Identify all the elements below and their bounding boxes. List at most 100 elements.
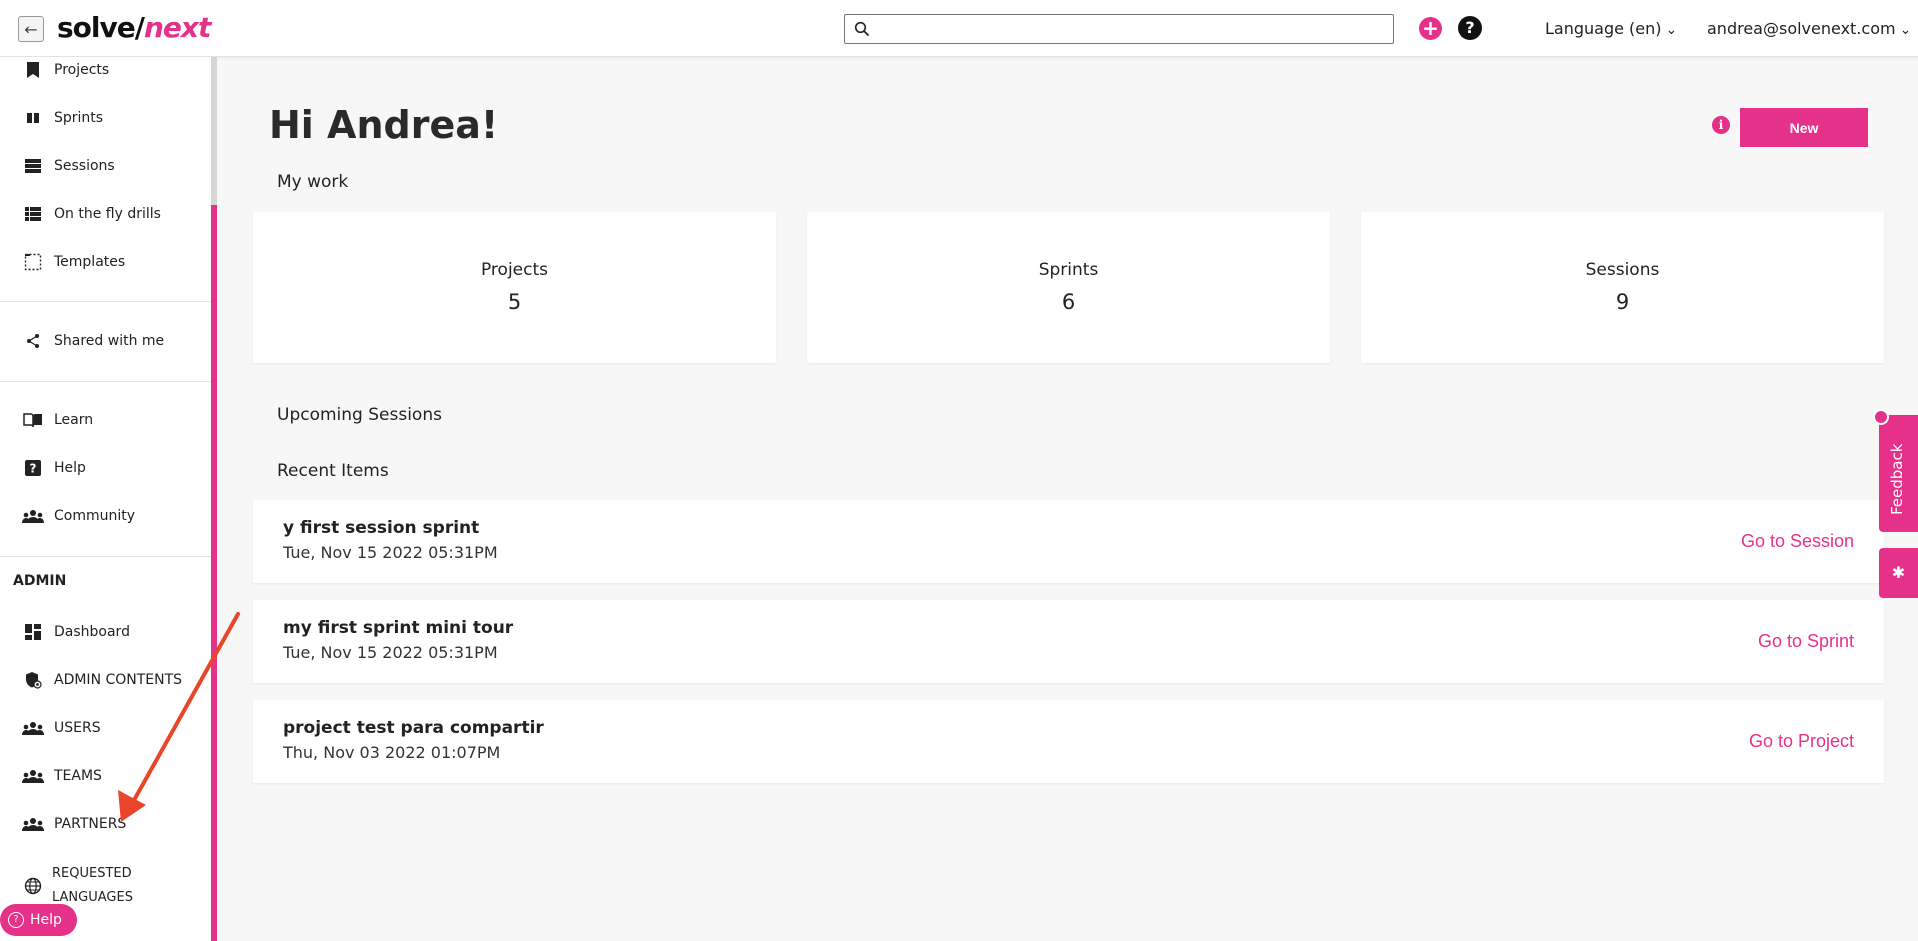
sidebar-item-projects[interactable]: Projects bbox=[22, 55, 109, 85]
sidebar-item-label: Projects bbox=[54, 62, 110, 78]
sidebar-divider bbox=[0, 381, 211, 382]
language-label: Language (en) bbox=[1545, 19, 1662, 38]
stat-label: Projects bbox=[480, 260, 549, 280]
share-icon bbox=[22, 330, 44, 352]
sidebar-item-partners[interactable]: PARTNERS bbox=[22, 809, 126, 839]
requested-languages-line2: LANGUAGES bbox=[52, 890, 133, 905]
sidebar-item-dashboard[interactable]: Dashboard bbox=[22, 617, 130, 647]
recent-item-row: y first session sprint Tue, Nov 15 2022 … bbox=[253, 500, 1884, 583]
recent-item-row: project test para compartir Thu, Nov 03 … bbox=[253, 700, 1884, 783]
sidebar-item-label: Help bbox=[54, 460, 86, 476]
sidebar-item-label: On the fly drills bbox=[54, 206, 161, 222]
sidebar-item-label: Sessions bbox=[54, 158, 115, 174]
stat-label: Sessions bbox=[1585, 260, 1660, 280]
globe-icon bbox=[22, 875, 44, 897]
requested-languages-line1: REQUESTED bbox=[52, 866, 132, 881]
recent-item-date: Tue, Nov 15 2022 05:31PM bbox=[283, 643, 498, 662]
stat-card-sessions[interactable]: Sessions 9 bbox=[1361, 212, 1884, 363]
app-logo[interactable]: solve/next bbox=[57, 11, 211, 44]
top-bar: ← solve/next + ? Language (en) ⌄ andrea@s… bbox=[0, 0, 1918, 57]
recent-item-date: Tue, Nov 15 2022 05:31PM bbox=[283, 543, 498, 562]
admin-heading: ADMIN bbox=[13, 573, 67, 589]
sidebar-scrollbar-track[interactable] bbox=[211, 57, 217, 205]
sidebar-item-sprints[interactable]: Sprints bbox=[22, 103, 103, 133]
help-circle-icon: ? bbox=[8, 912, 24, 928]
chevron-down-icon: ⌄ bbox=[1665, 22, 1678, 38]
shield-icon bbox=[22, 669, 44, 691]
list-icon bbox=[22, 155, 44, 177]
search-bar bbox=[844, 14, 1394, 44]
sidebar-item-label: REQUESTED LANGUAGES bbox=[52, 862, 133, 910]
recent-item-name: my first sprint mini tour bbox=[283, 618, 514, 638]
group-icon bbox=[22, 717, 44, 739]
sidebar-item-label: Sprints bbox=[54, 110, 104, 126]
bug-report-icon[interactable]: ✱ bbox=[1879, 548, 1918, 598]
help-button[interactable]: ? Help bbox=[0, 904, 77, 936]
question-icon[interactable]: ? bbox=[1458, 16, 1482, 40]
group-icon bbox=[22, 505, 44, 527]
sidebar-item-sessions[interactable]: Sessions bbox=[22, 151, 115, 181]
sidebar-item-label: ADMIN CONTENTS bbox=[54, 672, 183, 688]
my-work-title: My work bbox=[277, 172, 349, 192]
info-icon[interactable]: i bbox=[1712, 116, 1730, 134]
dashboard-icon bbox=[22, 621, 44, 643]
recent-item-row: my first sprint mini tour Tue, Nov 15 20… bbox=[253, 600, 1884, 683]
svg-text:?: ? bbox=[30, 462, 37, 476]
go-to-project-link[interactable]: Go to Project bbox=[1749, 731, 1854, 752]
bookmark-icon bbox=[22, 59, 44, 81]
stat-label: Sprints bbox=[1038, 260, 1099, 280]
sidebar-item-learn[interactable]: Learn bbox=[22, 405, 93, 435]
chevron-down-icon: ⌄ bbox=[1899, 22, 1912, 38]
stat-value: 9 bbox=[1615, 290, 1630, 314]
sidebar-divider bbox=[0, 301, 211, 302]
group-icon bbox=[22, 765, 44, 787]
help-icon: ? bbox=[22, 457, 44, 479]
stat-value: 5 bbox=[507, 290, 522, 314]
help-button-label: Help bbox=[30, 912, 62, 928]
sidebar-item-teams[interactable]: TEAMS bbox=[22, 761, 102, 791]
sidebar-item-label: Shared with me bbox=[54, 333, 165, 349]
feedback-close-icon[interactable] bbox=[1873, 409, 1889, 425]
go-to-session-link[interactable]: Go to Session bbox=[1741, 531, 1854, 552]
template-icon bbox=[22, 251, 44, 273]
sidebar-item-label: Dashboard bbox=[54, 624, 130, 640]
sidebar-item-help[interactable]: ? Help bbox=[22, 453, 86, 483]
sidebar-item-shared-with-me[interactable]: Shared with me bbox=[22, 326, 164, 356]
sidebar-item-admin-contents[interactable]: ADMIN CONTENTS bbox=[22, 665, 182, 695]
stat-card-projects[interactable]: Projects 5 bbox=[253, 212, 776, 363]
plus-icon[interactable]: + bbox=[1419, 17, 1442, 40]
sidebar-scrollbar-thumb[interactable] bbox=[211, 205, 217, 941]
logo-text-solve: solve/ bbox=[57, 11, 145, 44]
language-dropdown[interactable]: Language (en) ⌄ bbox=[1545, 19, 1677, 38]
book-icon bbox=[22, 409, 44, 431]
sidebar-item-community[interactable]: Community bbox=[22, 501, 135, 531]
stat-card-sprints[interactable]: Sprints 6 bbox=[807, 212, 1330, 363]
search-icon bbox=[854, 21, 869, 36]
sidebar-item-label: Learn bbox=[54, 412, 94, 428]
recent-items-title: Recent Items bbox=[277, 461, 389, 481]
back-arrow-icon[interactable]: ← bbox=[18, 16, 44, 42]
sidebar-item-label: USERS bbox=[54, 720, 101, 736]
recent-item-name: project test para compartir bbox=[283, 718, 544, 738]
sidebar-item-requested-languages[interactable]: REQUESTED LANGUAGES bbox=[22, 862, 172, 910]
recent-item-date: Thu, Nov 03 2022 01:07PM bbox=[283, 743, 501, 762]
sidebar-item-on-the-fly-drills[interactable]: On the fly drills bbox=[22, 199, 161, 229]
sidebar-item-label: TEAMS bbox=[54, 768, 102, 784]
sidebar-divider bbox=[0, 556, 211, 557]
new-button[interactable]: New bbox=[1740, 108, 1868, 147]
user-menu[interactable]: andrea@solvenext.com ⌄ bbox=[1707, 19, 1911, 38]
upcoming-sessions-title: Upcoming Sessions bbox=[277, 405, 442, 425]
stat-value: 6 bbox=[1061, 290, 1076, 314]
columns-icon bbox=[22, 107, 44, 129]
search-input[interactable] bbox=[877, 17, 1387, 41]
feedback-label: Feedback bbox=[1888, 443, 1906, 515]
sidebar-item-users[interactable]: USERS bbox=[22, 713, 101, 743]
logo-text-next: next bbox=[143, 11, 211, 44]
sidebar-item-label: PARTNERS bbox=[54, 816, 127, 832]
recent-item-name: y first session sprint bbox=[283, 518, 480, 538]
feedback-tab[interactable]: Feedback bbox=[1879, 415, 1918, 532]
sidebar-item-label: Templates bbox=[54, 254, 126, 270]
go-to-sprint-link[interactable]: Go to Sprint bbox=[1758, 631, 1854, 652]
group-icon bbox=[22, 813, 44, 835]
sidebar-item-templates[interactable]: Templates bbox=[22, 247, 125, 277]
